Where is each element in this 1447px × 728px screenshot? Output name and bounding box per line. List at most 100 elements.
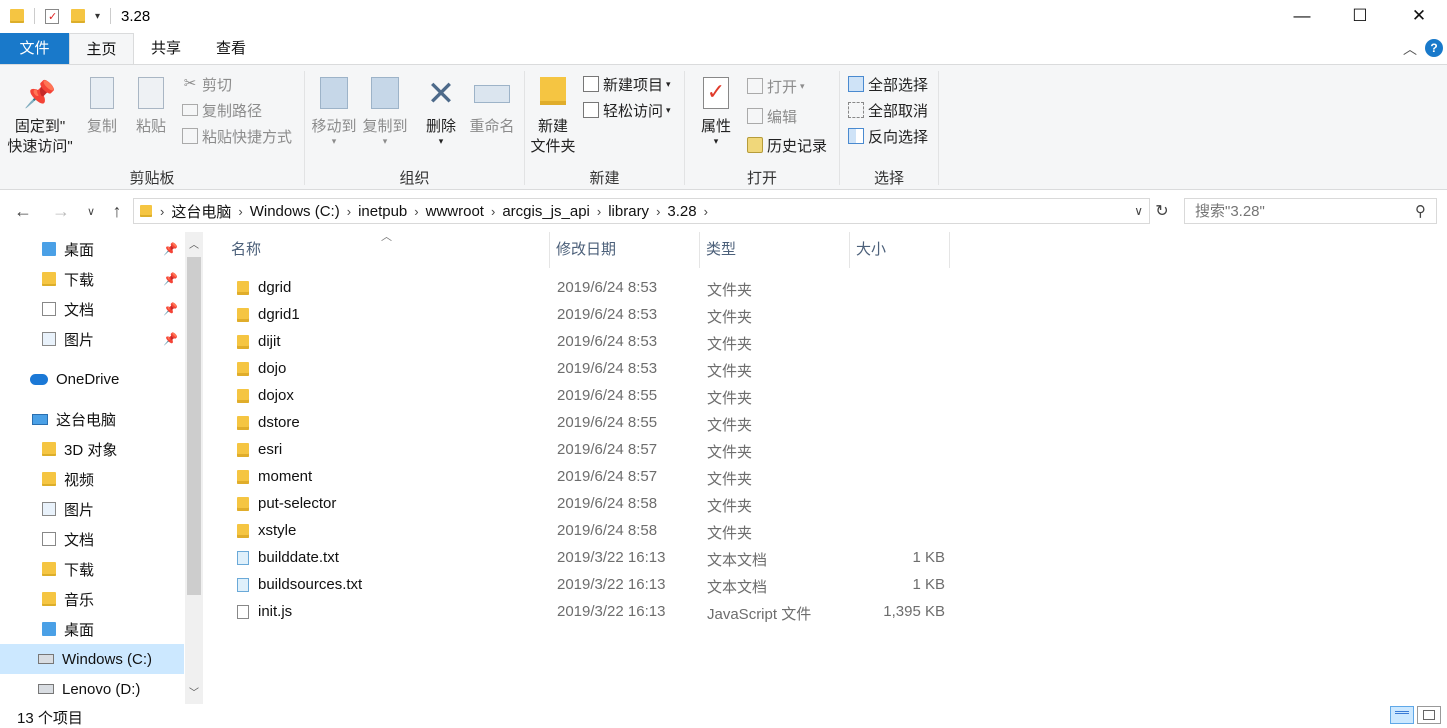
table-row[interactable]: dijit 2019/6/24 8:53 文件夹 (231, 329, 951, 356)
large-icons-view-button[interactable] (1417, 706, 1441, 724)
new-folder-button[interactable]: 新建 文件夹 (529, 77, 577, 157)
cut-button[interactable]: ✂ 剪切 (182, 72, 232, 96)
paste-shortcut-button[interactable]: 粘贴快捷方式 (182, 124, 292, 148)
pin-to-quick-access-button[interactable]: 📌 固定到" 快速访问" (4, 77, 76, 157)
back-button[interactable]: ← (10, 199, 36, 223)
properties-icon[interactable]: ✓ (45, 8, 59, 24)
move-to-button[interactable]: 移动到 ▾ (309, 77, 359, 146)
scrollbar-thumb[interactable] (187, 257, 201, 595)
tab-share[interactable]: 共享 (134, 33, 198, 64)
history-button[interactable]: 历史记录 (747, 133, 827, 157)
column-header-name[interactable]: 名称 (225, 232, 550, 268)
column-header-type[interactable]: 类型 (700, 232, 850, 268)
table-row[interactable]: builddate.txt 2019/3/22 16:13 文本文档 1 KB (231, 545, 951, 572)
breadcrumb-separator[interactable]: › (595, 204, 603, 219)
new-folder-icon[interactable] (71, 9, 85, 23)
close-button[interactable]: ✕ (1396, 0, 1442, 32)
nav-item-documents-pinned[interactable]: 文档 📌 (0, 294, 184, 324)
easy-access-button[interactable]: 轻松访问 ▾ (583, 98, 671, 122)
address-bar[interactable]: › 这台电脑 › Windows (C:) › inetpub › wwwroo… (133, 198, 1150, 224)
new-item-button[interactable]: 新建项目 ▾ (583, 72, 671, 96)
nav-item-lenovo-d[interactable]: Lenovo (D:) (0, 674, 184, 704)
recent-locations-button[interactable]: ∨ (82, 199, 100, 223)
breadcrumb-arcgis-js-api[interactable]: arcgis_js_api (497, 203, 595, 220)
pin-icon[interactable]: 📌 (163, 332, 178, 346)
invert-selection-button[interactable]: 反向选择 (848, 124, 928, 148)
breadcrumb-current[interactable]: 3.28 (662, 203, 701, 220)
search-box[interactable]: ⚲ (1184, 198, 1437, 224)
column-header-size[interactable]: 大小 (850, 232, 950, 268)
details-view-button[interactable] (1390, 706, 1414, 724)
breadcrumb-separator[interactable]: › (702, 204, 710, 219)
minimize-button[interactable]: — (1279, 0, 1325, 32)
breadcrumb-separator[interactable]: › (412, 204, 420, 219)
table-row[interactable]: init.js 2019/3/22 16:13 JavaScript 文件 1,395… (231, 599, 951, 626)
nav-item-desktop-pinned[interactable]: 桌面 📌 (0, 234, 184, 264)
table-row[interactable]: buildsources.txt 2019/3/22 16:13 文本文档 1 KB (231, 572, 951, 599)
rename-button[interactable]: 重命名 (467, 77, 517, 137)
table-row[interactable]: moment 2019/6/24 8:57 文件夹 (231, 464, 951, 491)
table-row[interactable]: dgrid 2019/6/24 8:53 文件夹 (231, 275, 951, 302)
breadcrumb-separator[interactable]: › (654, 204, 662, 219)
file-date: 2019/6/24 8:58 (557, 522, 658, 539)
nav-item-onedrive[interactable]: OneDrive (0, 364, 184, 394)
nav-item-this-pc[interactable]: 这台电脑 (0, 404, 184, 434)
nav-item-downloads[interactable]: 下载 (0, 554, 184, 584)
select-none-button[interactable]: 全部取消 (848, 98, 928, 122)
nav-item-pictures-pinned[interactable]: 图片 📌 (0, 324, 184, 354)
refresh-button[interactable]: ↻ (1151, 199, 1173, 223)
customize-quick-access-icon[interactable]: ▾ (95, 11, 100, 22)
table-row[interactable]: esri 2019/6/24 8:57 文件夹 (231, 437, 951, 464)
breadcrumb-separator[interactable]: › (236, 204, 244, 219)
scroll-down-icon[interactable]: ﹀ (185, 684, 203, 699)
breadcrumb-wwwroot[interactable]: wwwroot (421, 203, 489, 220)
breadcrumb-separator[interactable]: › (158, 204, 166, 219)
maximize-button[interactable]: ☐ (1337, 0, 1383, 32)
table-row[interactable]: dojo 2019/6/24 8:53 文件夹 (231, 356, 951, 383)
breadcrumb-this-pc[interactable]: 这台电脑 (166, 201, 236, 222)
table-row[interactable]: put-selector 2019/6/24 8:58 文件夹 (231, 491, 951, 518)
nav-item-documents[interactable]: 文档 (0, 524, 184, 554)
column-header-date[interactable]: 修改日期 (550, 232, 700, 268)
address-history-chevron-icon[interactable]: ∨ (1134, 204, 1143, 218)
tab-view[interactable]: 查看 (198, 33, 264, 64)
nav-item-desktop[interactable]: 桌面 (0, 614, 184, 644)
tab-home[interactable]: 主页 (69, 33, 134, 64)
pin-icon[interactable]: 📌 (163, 242, 178, 256)
help-icon[interactable]: ? (1425, 39, 1443, 57)
breadcrumb-separator[interactable]: › (345, 204, 353, 219)
nav-item-downloads-pinned[interactable]: 下载 📌 (0, 264, 184, 294)
pin-icon[interactable]: 📌 (163, 302, 178, 316)
nav-pane-scrollbar[interactable]: ︿ ﹀ (185, 232, 203, 704)
nav-item-3d-objects[interactable]: 3D 对象 (0, 434, 184, 464)
paste-button[interactable]: 粘贴 (130, 77, 172, 137)
table-row[interactable]: dojox 2019/6/24 8:55 文件夹 (231, 383, 951, 410)
forward-button[interactable]: → (48, 199, 74, 223)
edit-button[interactable]: 编辑 (747, 104, 797, 128)
properties-button[interactable]: ✓ 属性 ▾ (694, 77, 738, 146)
tab-file[interactable]: 文件 (0, 33, 69, 64)
copy-button[interactable]: 复制 (82, 77, 122, 137)
nav-item-music[interactable]: 音乐 (0, 584, 184, 614)
up-button[interactable]: ↑ (104, 199, 130, 223)
open-button[interactable]: 打开 ▾ (747, 74, 805, 98)
breadcrumb-windows-c[interactable]: Windows (C:) (245, 203, 345, 220)
table-row[interactable]: dgrid1 2019/6/24 8:53 文件夹 (231, 302, 951, 329)
copy-path-button[interactable]: 复制路径 (182, 98, 262, 122)
copy-to-button[interactable]: 复制到 ▾ (360, 77, 410, 146)
pin-icon[interactable]: 📌 (163, 272, 178, 286)
search-input[interactable] (1193, 201, 1407, 221)
table-row[interactable]: dstore 2019/6/24 8:55 文件夹 (231, 410, 951, 437)
delete-button[interactable]: ✕ 删除 ▾ (418, 77, 464, 146)
nav-item-windows-c[interactable]: Windows (C:) (0, 644, 184, 674)
nav-item-videos[interactable]: 视频 (0, 464, 184, 494)
scroll-up-icon[interactable]: ︿ (185, 236, 203, 251)
collapse-ribbon-icon[interactable]: ︿ (1403, 39, 1417, 59)
select-all-button[interactable]: 全部选择 (848, 72, 928, 96)
breadcrumb-library[interactable]: library (603, 203, 654, 220)
search-icon[interactable]: ⚲ (1415, 202, 1426, 220)
breadcrumb-inetpub[interactable]: inetpub (353, 203, 412, 220)
breadcrumb-separator[interactable]: › (489, 204, 497, 219)
nav-item-pictures[interactable]: 图片 (0, 494, 184, 524)
table-row[interactable]: xstyle 2019/6/24 8:58 文件夹 (231, 518, 951, 545)
